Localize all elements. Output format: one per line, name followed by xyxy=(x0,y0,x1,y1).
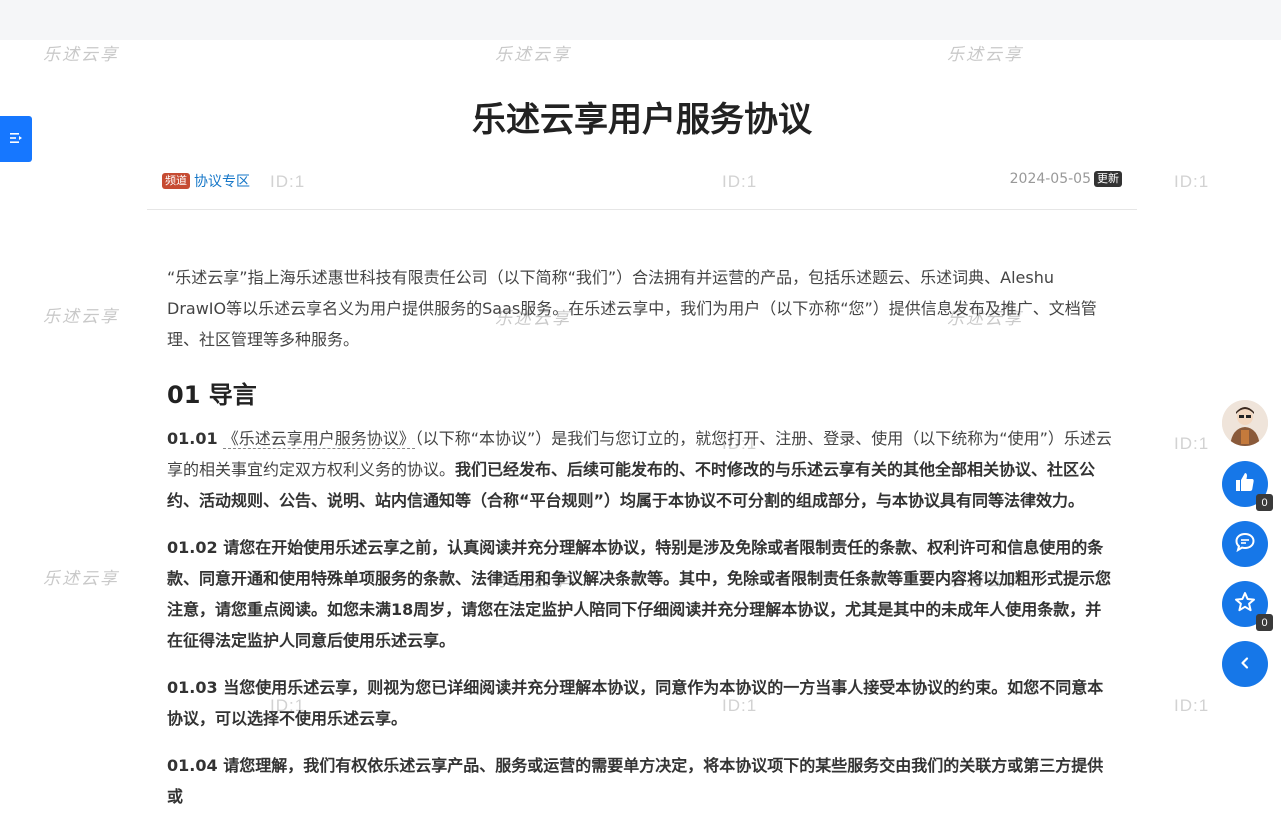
user-avatar-icon[interactable] xyxy=(1222,400,1268,446)
toc-toggle-button[interactable] xyxy=(0,116,32,162)
section-heading: 01 导言 xyxy=(167,381,257,409)
channel-badge: 频道 xyxy=(162,173,190,189)
article-body: “乐述云享”指上海乐述惠世科技有限责任公司（以下简称“我们”）合法拥有并运营的产… xyxy=(167,262,1117,828)
comment-button[interactable] xyxy=(1222,521,1268,567)
clause-number: 01.03 xyxy=(167,678,218,697)
updated-badge: 更新 xyxy=(1094,171,1122,187)
agreement-link[interactable]: 《乐述云享用户服务协议》 xyxy=(222,429,415,449)
watermark-id: ID:1 xyxy=(1174,696,1210,715)
watermark: 乐述云享 xyxy=(495,45,571,65)
intro-paragraph: “乐述云享”指上海乐述惠世科技有限责任公司（以下简称“我们”）合法拥有并运营的产… xyxy=(167,268,1097,349)
clause-number: 01.01 xyxy=(167,429,218,448)
watermark: 乐述云享 xyxy=(43,569,119,589)
article-meta: 频道 协议专区 2024-05-05 更新 xyxy=(162,171,1122,193)
clause-01-01: 01.01 《乐述云享用户服务协议》（以下称“本协议”）是我们与您订立的，就您打… xyxy=(167,423,1117,516)
publish-date: 2024-05-05 xyxy=(1009,171,1091,187)
clause-01-03: 01.03 当您使用乐述云享，则视为您已详细阅读并充分理解本协议，同意作为本协议… xyxy=(167,672,1117,734)
top-bar xyxy=(0,0,1281,40)
clause-01-02: 01.02 请您在开始使用乐述云享之前，认真阅读并充分理解本协议，特别是涉及免除… xyxy=(167,532,1117,656)
collapse-button[interactable] xyxy=(1222,641,1268,687)
toc-icon xyxy=(9,130,23,149)
chevron-left-icon xyxy=(1238,655,1252,674)
like-count: 0 xyxy=(1256,494,1273,511)
clause-text: 请您在开始使用乐述云享之前，认真阅读并充分理解本协议，特别是涉及免除或者限制责任… xyxy=(167,538,1112,650)
thumbs-up-icon xyxy=(1234,471,1256,497)
comment-icon xyxy=(1234,531,1256,557)
meta-date-group: 2024-05-05 更新 xyxy=(1010,171,1122,187)
watermark: 乐述云享 xyxy=(947,45,1023,65)
clause-text: 请您理解，我们有权依乐述云享产品、服务或运营的需要单方决定，将本协议项下的某些服… xyxy=(167,756,1104,806)
channel-link[interactable]: 协议专区 xyxy=(194,174,250,190)
star-icon xyxy=(1234,591,1256,617)
watermark-id: ID:1 xyxy=(1174,434,1210,453)
divider xyxy=(147,209,1137,210)
watermark-id: ID:1 xyxy=(1174,172,1210,191)
clause-number: 01.04 xyxy=(167,756,218,775)
clause-01-04: 01.04 请您理解，我们有权依乐述云享产品、服务或运营的需要单方决定，将本协议… xyxy=(167,750,1117,812)
page-title: 乐述云享用户服务协议 xyxy=(472,100,812,140)
watermark: 乐述云享 xyxy=(43,307,119,327)
favorite-count: 0 xyxy=(1256,614,1273,631)
clause-text: 当您使用乐述云享，则视为您已详细阅读并充分理解本协议，同意作为本协议的一方当事人… xyxy=(167,678,1104,728)
clause-number: 01.02 xyxy=(167,538,218,557)
watermark: 乐述云享 xyxy=(43,45,119,65)
